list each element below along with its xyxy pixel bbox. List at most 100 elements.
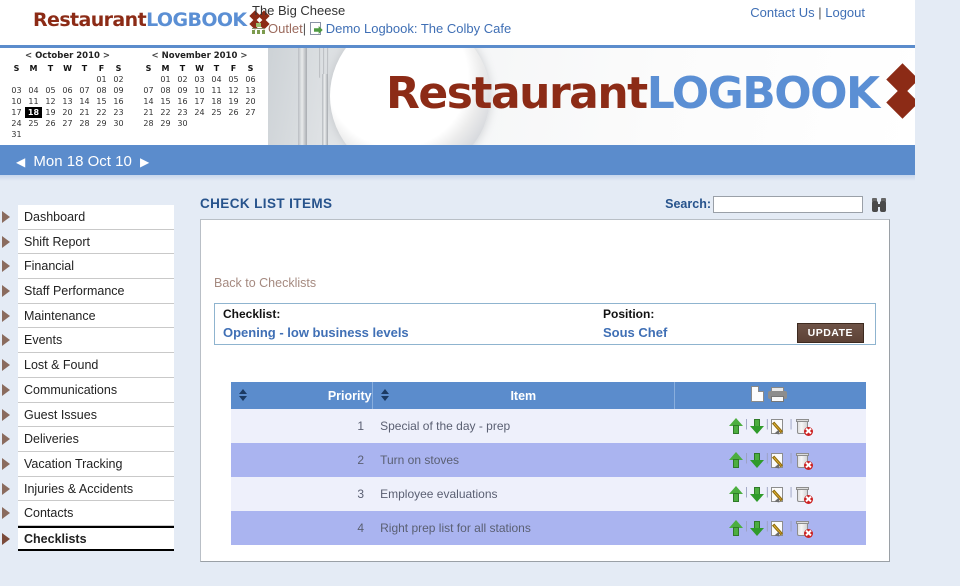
calendar-day[interactable]: 25 [208, 107, 225, 118]
sort-icon-priority[interactable] [239, 389, 248, 401]
calendar-day[interactable]: 22 [157, 107, 174, 118]
calendar-day[interactable]: 14 [76, 96, 93, 107]
sidebar-item-shift-report[interactable]: Shift Report [2, 229, 174, 255]
calendar-prev-arrow[interactable]: < [152, 51, 159, 61]
move-up-icon[interactable] [728, 485, 743, 503]
calendar-day[interactable]: 28 [140, 118, 157, 129]
calendar-day[interactable]: 21 [76, 107, 93, 118]
calendar-day[interactable]: 05 [42, 85, 59, 96]
checklist-value[interactable]: Opening - low business levels [223, 325, 409, 340]
contact-us-link[interactable]: Contact Us [750, 5, 814, 20]
calendar-day[interactable]: 27 [59, 118, 76, 129]
sidebar-item-dashboard[interactable]: Dashboard [2, 205, 174, 230]
calendar-day[interactable]: 31 [8, 129, 25, 140]
calendar-day[interactable]: 08 [93, 85, 110, 96]
calendar-day[interactable]: 23 [110, 107, 127, 118]
sidebar-item-contacts[interactable]: Contacts [2, 501, 174, 526]
logout-link[interactable]: Logout [825, 5, 865, 20]
move-down-icon[interactable] [749, 520, 764, 537]
calendar-day[interactable]: 06 [59, 85, 76, 96]
back-to-checklists-link[interactable]: Back to Checklists [214, 276, 316, 290]
calendar-day[interactable]: 13 [242, 85, 259, 96]
calendar-day[interactable]: 12 [225, 85, 242, 96]
calendar-next-arrow[interactable]: > [103, 51, 110, 61]
sidebar-item-financial[interactable]: Financial [2, 254, 174, 280]
binoculars-search-icon[interactable] [871, 197, 887, 212]
calendar-day[interactable]: 16 [110, 96, 127, 107]
sidebar-item-maintenance[interactable]: Maintenance [2, 303, 174, 329]
calendar-day[interactable]: 07 [140, 85, 157, 96]
sidebar-item-communications[interactable]: Communications [2, 377, 174, 403]
calendar-day[interactable]: 29 [93, 118, 110, 129]
move-up-icon[interactable] [728, 519, 743, 537]
sidebar-item-deliveries[interactable]: Deliveries [2, 427, 174, 452]
calendar-day[interactable]: 01 [93, 74, 110, 85]
calendar-day[interactable]: 10 [191, 85, 208, 96]
update-button[interactable]: UPDATE [796, 323, 864, 343]
calendar-day[interactable]: 02 [110, 74, 127, 85]
delete-icon[interactable] [795, 486, 813, 504]
calendar-day[interactable]: 03 [8, 85, 25, 96]
sidebar-item-lost-found[interactable]: Lost & Found [2, 353, 174, 378]
export-print-icons[interactable] [751, 385, 789, 403]
sidebar-item-guest-issues[interactable]: Guest Issues [2, 402, 174, 428]
edit-icon[interactable] [770, 418, 788, 436]
calendar-day[interactable]: 06 [242, 74, 259, 85]
calendar-day[interactable]: 04 [208, 74, 225, 85]
sidebar-item-events[interactable]: Events [2, 328, 174, 354]
move-down-icon[interactable] [749, 486, 764, 503]
column-header-priority[interactable]: Priority [231, 382, 373, 409]
search-input[interactable] [713, 196, 863, 213]
calendar-day[interactable]: 03 [191, 74, 208, 85]
edit-icon[interactable] [770, 520, 788, 538]
calendar-day[interactable]: 02 [174, 74, 191, 85]
calendar-day[interactable]: 04 [25, 85, 42, 96]
calendar-day[interactable]: 12 [42, 96, 59, 107]
calendar-day[interactable]: 19 [225, 96, 242, 107]
calendar-day[interactable]: 16 [174, 96, 191, 107]
calendar-day[interactable]: 17 [191, 96, 208, 107]
calendar-day[interactable]: 08 [157, 85, 174, 96]
calendar-day[interactable]: 09 [174, 85, 191, 96]
calendar-day[interactable]: 23 [174, 107, 191, 118]
date-prev-arrow[interactable]: ◀ [16, 155, 25, 169]
app-logo[interactable]: RestaurantLOGBOOK [33, 9, 274, 31]
move-up-icon[interactable] [728, 451, 743, 469]
move-down-icon[interactable] [749, 418, 764, 435]
calendar-day[interactable]: 13 [59, 96, 76, 107]
edit-icon[interactable] [770, 486, 788, 504]
calendar-day[interactable]: 18 [25, 107, 42, 118]
calendar-day[interactable]: 24 [8, 118, 25, 129]
calendar-day[interactable]: 10 [8, 96, 25, 107]
move-down-icon[interactable] [749, 452, 764, 469]
sidebar-item-injuries-accidents[interactable]: Injuries & Accidents [2, 476, 174, 502]
calendar-day[interactable]: 28 [76, 118, 93, 129]
edit-icon[interactable] [770, 452, 788, 470]
calendar-day[interactable]: 30 [174, 118, 191, 129]
calendar-day[interactable]: 20 [242, 96, 259, 107]
sort-icon-item[interactable] [380, 389, 390, 401]
calendar-day[interactable]: 21 [140, 107, 157, 118]
calendar-day[interactable]: 24 [191, 107, 208, 118]
calendar-day[interactable]: 25 [25, 118, 42, 129]
printer-icon[interactable] [768, 387, 788, 402]
calendar-day[interactable]: 26 [225, 107, 242, 118]
calendar-day[interactable]: 17 [8, 107, 25, 118]
move-up-icon[interactable] [728, 417, 743, 435]
calendar-day[interactable]: 26 [42, 118, 59, 129]
delete-icon[interactable] [795, 452, 813, 470]
calendar-day[interactable]: 09 [110, 85, 127, 96]
sidebar-item-staff-performance[interactable]: Staff Performance [2, 279, 174, 304]
calendar-prev-arrow[interactable]: < [25, 51, 32, 61]
calendar-day[interactable]: 29 [157, 118, 174, 129]
delete-icon[interactable] [795, 418, 813, 436]
calendar-day[interactable]: 05 [225, 74, 242, 85]
calendar-day[interactable]: 19 [42, 107, 59, 118]
calendar-day[interactable]: 07 [76, 85, 93, 96]
calendar-day[interactable]: 11 [25, 96, 42, 107]
logbook-link[interactable]: Demo Logbook: The Colby Cafe [326, 21, 511, 36]
calendar-day[interactable]: 22 [93, 107, 110, 118]
sidebar-item-checklists[interactable]: Checklists [2, 525, 174, 551]
date-next-arrow[interactable]: ▶ [140, 155, 149, 169]
calendar-day[interactable]: 14 [140, 96, 157, 107]
